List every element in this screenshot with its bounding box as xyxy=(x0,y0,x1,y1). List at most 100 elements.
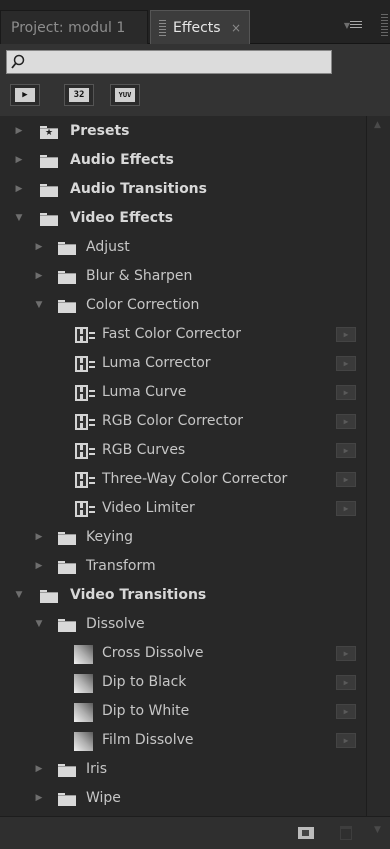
panel-menu-icon[interactable]: ▼ xyxy=(342,18,366,34)
effect-item[interactable]: Fast Color Corrector ▶ xyxy=(0,320,366,349)
accelerated-badge-icon: ▶ xyxy=(336,646,356,661)
accelerated-effects-filter-button[interactable]: ▶ xyxy=(10,84,40,106)
accelerated-badge-icon: ▶ xyxy=(336,472,356,487)
tree-folder-blur-sharpen[interactable]: ▶ Blur & Sharpen xyxy=(0,262,366,291)
tree-label: Transform xyxy=(86,558,156,574)
folder-icon xyxy=(58,532,76,545)
effect-label: Luma Curve xyxy=(102,384,187,400)
new-bin-icon[interactable] xyxy=(298,827,314,839)
expand-triangle-icon[interactable]: ▶ xyxy=(34,523,44,552)
transition-icon xyxy=(74,674,93,693)
accelerated-badge-icon: ▶ xyxy=(336,443,356,458)
collapse-triangle-icon[interactable]: ▼ xyxy=(14,581,24,610)
collapse-triangle-icon[interactable]: ▼ xyxy=(14,204,24,233)
tree-folder-color-correction[interactable]: ▼ Color Correction xyxy=(0,291,366,320)
folder-icon xyxy=(40,590,58,603)
folder-icon xyxy=(58,300,76,313)
effect-item[interactable]: Luma Corrector ▶ xyxy=(0,349,366,378)
tree-folder-adjust[interactable]: ▶ Adjust xyxy=(0,233,366,262)
accelerated-badge-icon: ▶ xyxy=(336,675,356,690)
folder-icon xyxy=(58,242,76,255)
effect-item[interactable]: RGB Color Corrector ▶ xyxy=(0,407,366,436)
effect-label: Luma Corrector xyxy=(102,355,211,371)
tab-effects[interactable]: Effects × xyxy=(150,10,250,44)
effect-icon xyxy=(75,356,95,372)
tree-label: Video Effects xyxy=(70,210,174,226)
tree-folder-keying[interactable]: ▶ Keying xyxy=(0,523,366,552)
expand-triangle-icon[interactable]: ▶ xyxy=(14,117,24,146)
transition-item[interactable]: Cross Dissolve ▶ xyxy=(0,639,366,668)
transition-label: Dip to Black xyxy=(102,674,187,690)
scroll-down-icon[interactable]: ▼ xyxy=(374,825,381,835)
effect-item[interactable]: Video Limiter ▶ xyxy=(0,494,366,523)
tree-folder-dissolve[interactable]: ▼ Dissolve xyxy=(0,610,366,639)
expand-triangle-icon[interactable]: ▶ xyxy=(14,175,24,204)
search-field[interactable] xyxy=(6,50,332,74)
tree-folder-audio-transitions[interactable]: ▶ Audio Transitions xyxy=(0,175,366,204)
tree-label: Dissolve xyxy=(86,616,145,632)
yuv-filter-button[interactable]: YUV xyxy=(110,84,140,106)
effect-label: Fast Color Corrector xyxy=(102,326,242,342)
accelerated-badge-icon: ▶ xyxy=(336,356,356,371)
panel-grip-icon[interactable] xyxy=(381,14,388,36)
effect-label: RGB Curves xyxy=(102,442,186,458)
tree-label: Wipe xyxy=(86,790,121,806)
tree-folder-video-effects[interactable]: ▼ Video Effects xyxy=(0,204,366,233)
folder-icon xyxy=(58,271,76,284)
tree-folder-presets[interactable]: ▶ ★ Presets xyxy=(0,117,366,146)
collapse-triangle-icon[interactable]: ▼ xyxy=(34,610,44,639)
tree-label: Adjust xyxy=(86,239,130,255)
accelerated-badge-icon: ▶ xyxy=(336,385,356,400)
preset-star-icon: ★ xyxy=(44,128,54,138)
transition-icon xyxy=(74,645,93,664)
transition-item[interactable]: Film Dissolve ▶ xyxy=(0,726,366,755)
transition-icon xyxy=(74,703,93,722)
expand-triangle-icon[interactable]: ▶ xyxy=(34,233,44,262)
folder-icon xyxy=(58,561,76,574)
transition-item[interactable]: Dip to White ▶ xyxy=(0,697,366,726)
search-icon xyxy=(11,54,25,69)
tab-close-icon[interactable]: × xyxy=(231,11,241,45)
folder-icon xyxy=(58,619,76,632)
transition-label: Cross Dissolve xyxy=(102,645,204,661)
effect-icon xyxy=(75,414,95,430)
folder-icon xyxy=(40,184,58,197)
tree-folder-video-transitions[interactable]: ▼ Video Transitions xyxy=(0,581,366,610)
accelerated-badge-icon: ▶ xyxy=(15,88,35,102)
effect-icon xyxy=(75,472,95,488)
tree-folder-wipe[interactable]: ▶ Wipe xyxy=(0,784,366,813)
folder-icon xyxy=(58,793,76,806)
effect-item[interactable]: Three-Way Color Corrector ▶ xyxy=(0,465,366,494)
transition-item[interactable]: Dip to Black ▶ xyxy=(0,668,366,697)
tree-label: Video Transitions xyxy=(70,587,207,603)
transition-label: Film Dissolve xyxy=(102,732,194,748)
expand-triangle-icon[interactable]: ▶ xyxy=(34,784,44,813)
tab-grip-icon[interactable] xyxy=(159,20,166,36)
search-input[interactable] xyxy=(29,53,325,71)
tab-project-label: Project: modul 1 xyxy=(11,20,126,36)
expand-triangle-icon[interactable]: ▶ xyxy=(14,146,24,175)
32-bit-color-filter-button[interactable]: 32 xyxy=(64,84,94,106)
folder-icon xyxy=(58,764,76,777)
effects-panel: ▶ 32 YUV ▶ ★ Presets ▶ Audio Effects ▶ A… xyxy=(0,44,390,849)
effect-label: RGB Color Corrector xyxy=(102,413,244,429)
tree-folder-transform[interactable]: ▶ Transform xyxy=(0,552,366,581)
accelerated-badge-icon: ▶ xyxy=(336,704,356,719)
expand-triangle-icon[interactable]: ▶ xyxy=(34,755,44,784)
accelerated-badge-icon: ▶ xyxy=(336,733,356,748)
tree-folder-iris[interactable]: ▶ Iris xyxy=(0,755,366,784)
effect-icon xyxy=(75,501,95,517)
expand-triangle-icon[interactable]: ▶ xyxy=(34,552,44,581)
tab-project[interactable]: Project: modul 1 xyxy=(0,10,148,44)
expand-triangle-icon[interactable]: ▶ xyxy=(34,262,44,291)
effect-item[interactable]: RGB Curves ▶ xyxy=(0,436,366,465)
tree-folder-audio-effects[interactable]: ▶ Audio Effects xyxy=(0,146,366,175)
trash-icon[interactable] xyxy=(340,826,352,840)
tab-effects-label: Effects xyxy=(173,20,221,36)
collapse-triangle-icon[interactable]: ▼ xyxy=(34,291,44,320)
32-bit-label: 32 xyxy=(69,88,89,102)
scroll-up-icon[interactable]: ▲ xyxy=(374,120,381,130)
vertical-scrollbar[interactable]: ▲ xyxy=(366,116,390,816)
effect-item[interactable]: Luma Curve ▶ xyxy=(0,378,366,407)
folder-icon xyxy=(40,213,58,226)
